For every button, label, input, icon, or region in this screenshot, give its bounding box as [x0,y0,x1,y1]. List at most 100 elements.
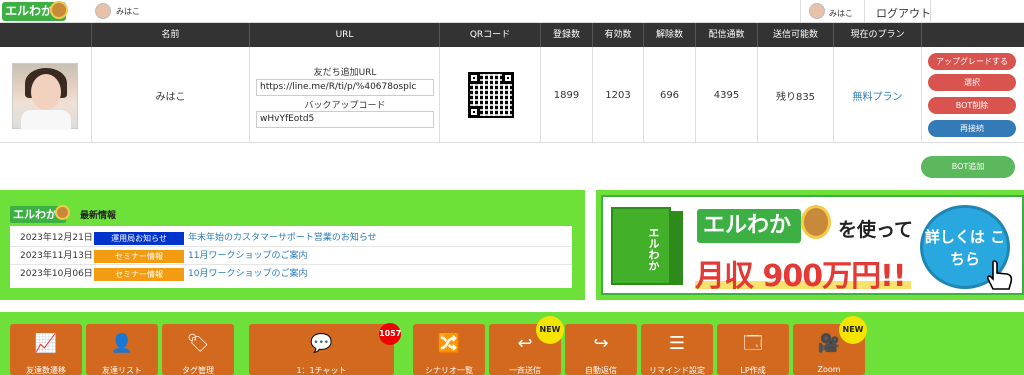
banner-frame: エルわか エルわか を使って 月収 900万円!! 詳しくは こちら [601,195,1024,295]
qr-cell [440,47,541,143]
list-item[interactable]: 2023年10月06日 セミナー情報 10月ワークショップのご案内 [10,266,572,283]
bottom-nav: 📈 友達数遷移 👤 友達リスト 🏷 タグ管理 💬 1：1チャット 1057 🔀 … [0,312,1024,375]
news-link[interactable]: 11月ワークショップのご案内 [188,248,307,265]
bot-delete-button[interactable]: BOT削除 [928,97,1016,114]
user-icon: 👤 [110,333,134,354]
list-item[interactable]: 2023年11月13日 セミナー情報 11月ワークショップのご案内 [10,248,572,265]
sent-count: 4395 [696,47,758,143]
column-header-plan: 現在のプラン [834,23,922,47]
actions-cell: アップグレードする 選択 BOT削除 再接続 [922,47,1024,143]
column-header-qr: QRコード [440,23,541,47]
news-logo: エルわか [10,205,70,223]
top-bar: エルわか みはこ みはこ ログアウト [0,0,1024,23]
reply-icon: ↩ [517,333,533,354]
nav-tile-friend-transition[interactable]: 📈 友達数遷移 [10,324,82,375]
column-header-name: 名前 [92,23,250,47]
nav-tile-label: LP作成 [740,366,766,375]
promo-banner[interactable]: エルわか エルわか を使って 月収 900万円!! 詳しくは こちら [596,190,1024,300]
list-icon: ☰ [668,333,686,354]
lp-icon: 🗔 [743,333,763,354]
friend-url-field[interactable]: https://line.me/R/ti/p/%40678osplc [256,79,434,96]
new-badge: NEW [839,316,867,344]
bot-add-button[interactable]: BOT追加 [921,156,1015,178]
chat-unread-badge: 1057 [379,323,401,345]
nav-tile-tag-management[interactable]: 🏷 タグ管理 [162,324,234,375]
news-tag: セミナー情報 [94,268,184,281]
monkey-icon [50,1,68,19]
nav-tile-label: タグ管理 [182,366,214,375]
package-side [669,211,683,285]
news-tag: 運用局お知らせ [94,232,184,245]
avatar-right[interactable] [809,3,825,19]
nav-tile-remind[interactable]: ☰ リマインド設定 [641,324,713,375]
divider [930,0,931,23]
qr-code-icon[interactable] [468,72,514,118]
avatar[interactable] [95,3,111,19]
news-logo-text: エルわか [13,208,57,221]
list-item[interactable]: 2023年12月21日 運用局お知らせ 年末年始のカスタマーサポート営業のお知ら… [10,230,572,247]
chat-icon: 💬 [310,333,333,354]
news-date: 2023年10月06日 [20,269,93,279]
nav-tile-scenario[interactable]: 🔀 シナリオ一覧 [413,324,485,375]
active-count: 1203 [593,47,644,143]
nav-tile-label: 友達リスト [102,366,142,375]
backup-code-label: バックアップコード [304,101,386,111]
monkey-icon [55,205,70,220]
backup-code-field[interactable]: wHvYfEotd5 [256,111,434,128]
reconnect-button[interactable]: 再接続 [928,120,1016,137]
nav-tile-chat[interactable]: 💬 1：1チャット [249,324,394,375]
logout-link[interactable]: ログアウト [876,5,931,21]
banner-income-text: 月収 900万円!! [695,259,906,294]
plan-cell: 無料プラン [834,47,922,143]
select-button[interactable]: 選択 [928,74,1016,91]
divider [864,0,865,23]
name-cell: みはこ [92,47,250,143]
news-title: 最新情報 [80,211,117,221]
nav-tile-auto-reply[interactable]: ↪ 自動返信 [565,324,637,375]
column-header-registered: 登録数 [541,23,593,47]
tag-icon: 🏷 [186,333,210,354]
return-icon: ↪ [593,333,609,354]
nav-tile-lp[interactable]: 🗔 LP作成 [717,324,789,375]
profile-photo [12,63,78,130]
plan-link[interactable]: 無料プラン [853,88,903,103]
divider [800,0,801,23]
nav-tile-friend-list[interactable]: 👤 友達リスト [86,324,158,375]
column-header-remaining: 送信可能数 [758,23,834,47]
column-header-photo [0,23,92,47]
friend-url-label: 友だち追加URL [313,68,377,78]
brand-logo-text: エルわか [5,4,54,18]
news-link[interactable]: 10月ワークショップのご案内 [188,266,307,283]
news-date: 2023年11月13日 [20,251,93,261]
monkey-icon [801,205,831,239]
remaining-count: 残り835 [758,47,834,143]
nav-tile-label: 1：1チャット [296,366,347,375]
package-image: エルわか [611,207,671,285]
photo-cell [0,47,92,143]
nav-tile-label: Zoom [817,365,841,374]
nav-tile-label: 一斉送信 [509,366,541,375]
cancelled-count: 696 [644,47,696,143]
news-tag: セミナー情報 [94,250,184,263]
nav-tile-label: 自動返信 [585,366,617,375]
column-header-actions [922,23,1024,47]
registered-count: 1899 [541,47,593,143]
news-date: 2023年12月21日 [20,233,93,243]
news-panel: エルわか 最新情報 2023年12月21日 運用局お知らせ 年末年始のカスタマー… [0,190,585,300]
nav-tile-label: 友達数遷移 [26,366,66,375]
news-link[interactable]: 年末年始のカスタマーサポート営業のお知らせ [188,230,377,247]
pointing-hand-icon [986,260,1013,290]
table-header: 名前 URL QRコード 登録数 有効数 解除数 配信通数 送信可能数 現在のプ… [0,23,1024,47]
upgrade-button[interactable]: アップグレードする [928,53,1016,70]
account-name-right: みはこ [829,9,853,18]
brand-logo[interactable]: エルわか [2,1,68,21]
shuffle-icon: 🔀 [437,333,461,354]
nav-tile-label: リマインド設定 [649,366,705,375]
banner-using-text: を使って [838,219,914,241]
column-header-cancelled: 解除数 [644,23,696,47]
new-badge: NEW [536,316,564,344]
table-row: みはこ 友だち追加URL https://line.me/R/ti/p/%406… [0,47,1024,143]
column-header-url: URL [250,23,440,47]
url-cell: 友だち追加URL https://line.me/R/ti/p/%40678os… [250,47,440,143]
news-list: 2023年12月21日 運用局お知らせ 年末年始のカスタマーサポート営業のお知ら… [10,226,572,288]
